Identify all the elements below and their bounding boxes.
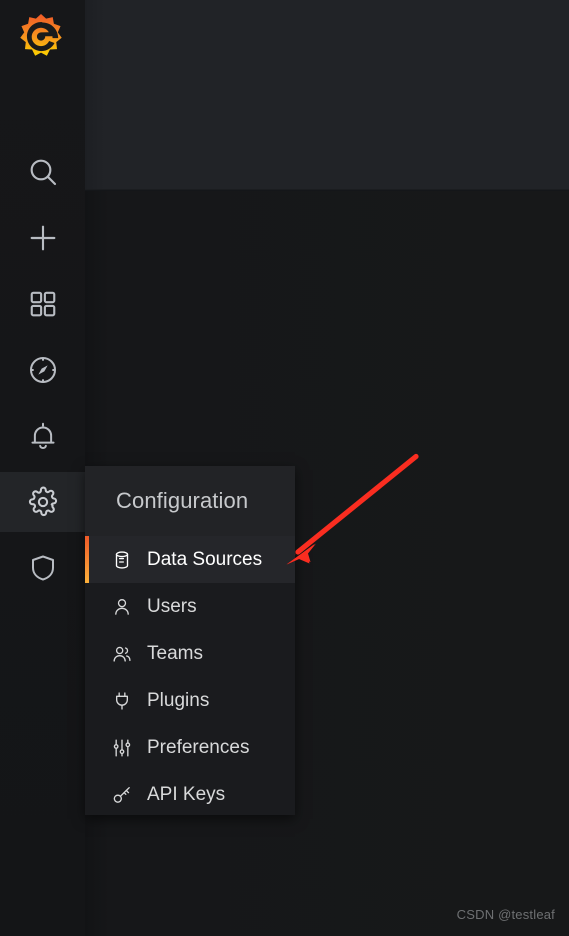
menu-item-label: Plugins [147, 689, 210, 711]
sidebar-item-explore[interactable] [0, 340, 85, 400]
plug-icon [111, 690, 133, 712]
user-icon [111, 596, 133, 618]
menu-item-preferences[interactable]: Preferences [85, 724, 295, 771]
sidebar-item-alerting[interactable] [0, 406, 85, 466]
watermark-text: CSDN @testleaf [456, 907, 555, 922]
menu-item-label: Users [147, 595, 197, 617]
sidebar-item-search[interactable] [0, 142, 85, 202]
sliders-icon [111, 737, 133, 759]
menu-item-teams[interactable]: Teams [85, 630, 295, 677]
database-icon [111, 549, 133, 571]
top-navbar [85, 0, 569, 190]
compass-icon [27, 354, 59, 386]
shield-icon [28, 553, 58, 583]
search-icon [27, 156, 59, 188]
configuration-menu-header: Configuration [85, 466, 295, 536]
plus-icon [27, 222, 59, 254]
grafana-app-window: Configuration Data Sources Users Teams P… [0, 0, 569, 936]
menu-item-label: API Keys [147, 783, 226, 805]
configuration-menu-list: Data Sources Users Teams Plugins Prefere… [85, 536, 295, 818]
configuration-menu: Configuration Data Sources Users Teams P… [85, 466, 295, 815]
menu-item-users[interactable]: Users [85, 583, 295, 630]
sidebar-item-configuration[interactable] [0, 472, 85, 532]
menu-item-label: Preferences [147, 736, 250, 758]
menu-item-plugins[interactable]: Plugins [85, 677, 295, 724]
nav-rail [0, 0, 85, 936]
dashboards-icon [28, 289, 58, 319]
grafana-logo-icon[interactable] [16, 12, 66, 62]
sidebar-item-dashboards[interactable] [0, 274, 85, 334]
menu-item-data-sources[interactable]: Data Sources [85, 536, 295, 583]
gear-icon [27, 486, 59, 518]
sidebar-item-server-admin[interactable] [0, 538, 85, 598]
users-icon [111, 643, 133, 665]
menu-item-api-keys[interactable]: API Keys [85, 771, 295, 818]
menu-item-label: Teams [147, 642, 203, 664]
menu-item-label: Data Sources [147, 548, 263, 570]
key-icon [111, 784, 133, 806]
bell-icon [28, 421, 58, 451]
sidebar-item-create[interactable] [0, 208, 85, 268]
configuration-menu-title: Configuration [116, 488, 249, 513]
